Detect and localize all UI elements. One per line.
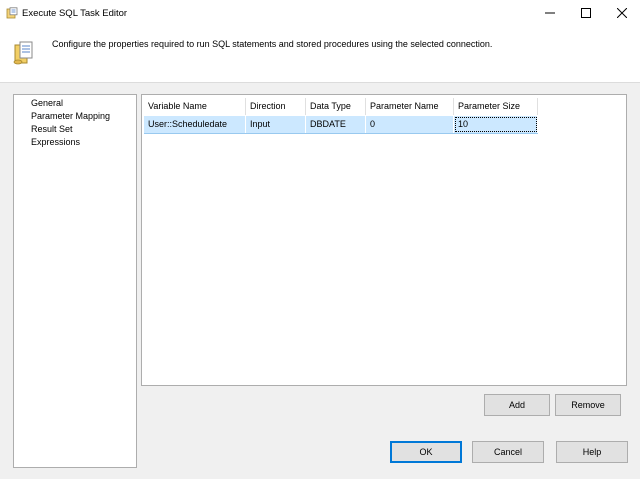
- cell-parameter-size[interactable]: 10: [454, 116, 538, 133]
- nav-item-expressions[interactable]: Expressions: [31, 137, 80, 148]
- nav-item-general[interactable]: General: [31, 98, 63, 109]
- column-header-parameter-size[interactable]: Parameter Size: [454, 98, 538, 115]
- column-header-data-type[interactable]: Data Type: [306, 98, 366, 115]
- cancel-button[interactable]: Cancel: [472, 441, 544, 463]
- minimize-icon: [545, 12, 555, 14]
- parameter-grid[interactable]: Variable Name Direction Data Type Parame…: [141, 94, 627, 386]
- remove-button[interactable]: Remove: [555, 394, 621, 416]
- header-panel: Configure the properties required to run…: [0, 26, 640, 83]
- cell-data-type[interactable]: DBDATE: [306, 116, 366, 133]
- sql-task-icon: [6, 7, 18, 19]
- minimize-button[interactable]: [532, 0, 568, 26]
- maximize-button[interactable]: [568, 0, 604, 26]
- header-description: Configure the properties required to run…: [52, 39, 493, 49]
- cell-direction[interactable]: Input: [246, 116, 306, 133]
- ok-button[interactable]: OK: [390, 441, 462, 463]
- cell-variable-name[interactable]: User::Scheduledate: [144, 116, 246, 133]
- database-scroll-icon: [13, 40, 35, 66]
- close-button[interactable]: [604, 0, 640, 26]
- maximize-icon: [581, 8, 591, 18]
- help-button[interactable]: Help: [556, 441, 628, 463]
- nav-item-parameter-mapping[interactable]: Parameter Mapping: [31, 111, 110, 122]
- title-bar: Execute SQL Task Editor: [0, 0, 640, 26]
- close-icon: [617, 8, 627, 18]
- cell-parameter-name[interactable]: 0: [366, 116, 454, 133]
- column-header-variable-name[interactable]: Variable Name: [144, 98, 246, 115]
- navigation-pane: General Parameter Mapping Result Set Exp…: [13, 94, 137, 468]
- column-header-parameter-name[interactable]: Parameter Name: [366, 98, 454, 115]
- nav-item-result-set[interactable]: Result Set: [31, 124, 73, 135]
- column-header-direction[interactable]: Direction: [246, 98, 306, 115]
- add-button[interactable]: Add: [484, 394, 550, 416]
- window-title: Execute SQL Task Editor: [22, 8, 128, 19]
